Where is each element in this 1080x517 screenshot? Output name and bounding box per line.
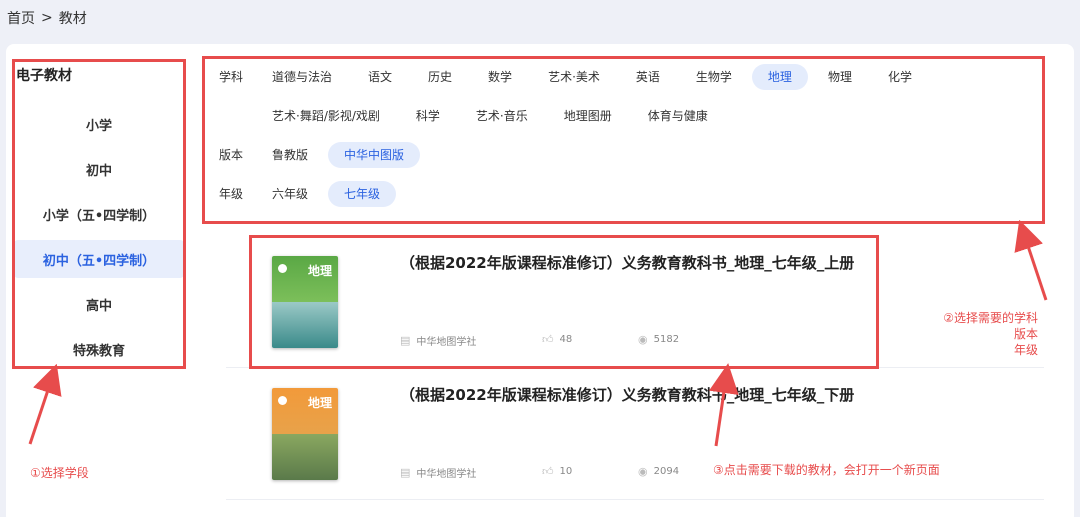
cover-bottom [272, 302, 338, 348]
subject-option[interactable]: 生物学 [680, 64, 748, 90]
eye-icon: ◉ [638, 465, 648, 478]
grade-filter-row: 年级 六年级 七年级 [208, 181, 1038, 220]
book-title[interactable]: （根据2022年版课程标准修订）义务教育教科书_地理_七年级_上册 [400, 252, 854, 273]
breadcrumb-separator: > [41, 10, 53, 26]
subject-options: 道德与法治 语文 历史 数学 艺术·美术 英语 生物学 地理 物理 化学艺术·舞蹈/影视/戏剧 科学… [256, 64, 1038, 142]
edition-options: 鲁教版 中华中图版 [256, 142, 1038, 181]
subject-option[interactable]: 体育与健康 [632, 103, 724, 129]
subject-option[interactable]: 艺术·舞蹈/影视/戏剧 [256, 103, 396, 129]
publisher: ▤ 中华地图学社 [400, 333, 476, 348]
publisher-name: 中华地图学社 [416, 337, 477, 348]
subject-option[interactable]: 英语 [620, 64, 676, 90]
eye-icon: ◉ [638, 333, 648, 346]
likes: 👍︎ 10 [542, 465, 572, 478]
cover-bottom [272, 434, 338, 480]
subject-option[interactable]: 艺术·美术 [532, 64, 616, 90]
edition-option[interactable]: 鲁教版 [256, 142, 324, 168]
publisher-logo-icon [278, 396, 287, 405]
book-cover[interactable]: 地理 [272, 256, 338, 348]
document-icon: ▤ [400, 466, 411, 479]
book-cover[interactable]: 地理 [272, 388, 338, 480]
stage-item[interactable]: 特殊教育 [14, 330, 184, 368]
cover-title: 地理 [308, 264, 333, 278]
cover-title: 地理 [308, 396, 333, 410]
stage-item[interactable]: 高中 [14, 285, 184, 323]
stage-list: 小学初中小学（五•四学制） 初中（五•四学制） 高中特殊教育 [14, 105, 184, 375]
subject-option[interactable]: 数学 [472, 64, 528, 90]
stage-item[interactable]: 初中（五•四学制） [14, 240, 184, 278]
thumbs-up-icon: 👍︎ [542, 465, 554, 478]
subject-filter-label: 学科 [219, 70, 244, 84]
thumbs-up-icon: 👍︎ [542, 333, 554, 346]
subject-option[interactable]: 历史 [412, 64, 468, 90]
edition-option[interactable]: 中华中图版 [328, 142, 421, 168]
views-count: 5182 [653, 334, 680, 345]
subject-option[interactable]: 艺术·音乐 [460, 103, 544, 129]
likes: 👍︎ 48 [542, 333, 572, 346]
views-count: 2094 [653, 466, 680, 477]
breadcrumb: 首页 > 教材 [7, 8, 87, 28]
grade-option[interactable]: 七年级 [328, 181, 397, 207]
publisher-name: 中华地图学社 [416, 469, 477, 480]
stage-item[interactable]: 初中 [14, 150, 184, 188]
breadcrumb-current: 教材 [58, 11, 87, 27]
annotation-step1: ①选择学段 [30, 466, 89, 480]
subject-filter-row: 学科 道德与法治 语文 历史 数学 艺术·美术 英语 生物学 地理 物理 化学艺术·舞蹈/影视/戏… [208, 64, 1038, 142]
grade-option[interactable]: 六年级 [256, 181, 324, 207]
book-title[interactable]: （根据2022年版课程标准修订）义务教育教科书_地理_七年级_下册 [400, 384, 854, 405]
publisher-logo-icon [278, 264, 287, 273]
stage-item[interactable]: 小学（五•四学制） [14, 195, 184, 233]
likes-count: 48 [559, 334, 573, 345]
annotation-step2-line2: 版本 [1013, 327, 1038, 341]
stage-item[interactable]: 小学 [14, 105, 184, 143]
subject-option[interactable]: 物理 [812, 64, 868, 90]
annotation-step2: ②选择需要的学科 版本 年级 [900, 310, 1038, 358]
subject-option[interactable]: 地理 [751, 64, 808, 90]
filter-panel: 学科 道德与法治 语文 历史 数学 艺术·美术 英语 生物学 地理 物理 化学艺术·舞蹈/影视/戏… [208, 64, 1038, 220]
breadcrumb-home[interactable]: 首页 [7, 8, 35, 28]
annotation-step2-line3: 年级 [1013, 343, 1038, 357]
annotation-step2-line1: ②选择需要的学科 [943, 311, 1038, 325]
edition-filter-label: 版本 [219, 148, 244, 162]
views: ◉ 2094 [638, 465, 679, 478]
subject-option[interactable]: 语文 [352, 64, 408, 90]
book-item[interactable]: 地理 （根据2022年版课程标准修订）义务教育教科书_地理_七年级_下册 ▤ 中… [226, 368, 1044, 500]
document-icon: ▤ [400, 334, 411, 347]
sidebar-title: 电子教材 [16, 68, 72, 84]
subject-option[interactable]: 道德与法治 [256, 64, 348, 90]
annotation-step3: ③点击需要下载的教材，会打开一个新页面 [713, 463, 940, 477]
subject-option[interactable]: 科学 [400, 103, 456, 129]
grade-options: 六年级 七年级 [256, 181, 1038, 220]
likes-count: 10 [559, 466, 573, 477]
publisher: ▤ 中华地图学社 [400, 465, 476, 480]
edition-filter-row: 版本 鲁教版 中华中图版 [208, 142, 1038, 181]
subject-option[interactable]: 地理图册 [548, 103, 628, 129]
subject-option[interactable]: 化学 [872, 64, 928, 90]
views: ◉ 5182 [638, 333, 679, 346]
grade-filter-label: 年级 [219, 187, 244, 201]
